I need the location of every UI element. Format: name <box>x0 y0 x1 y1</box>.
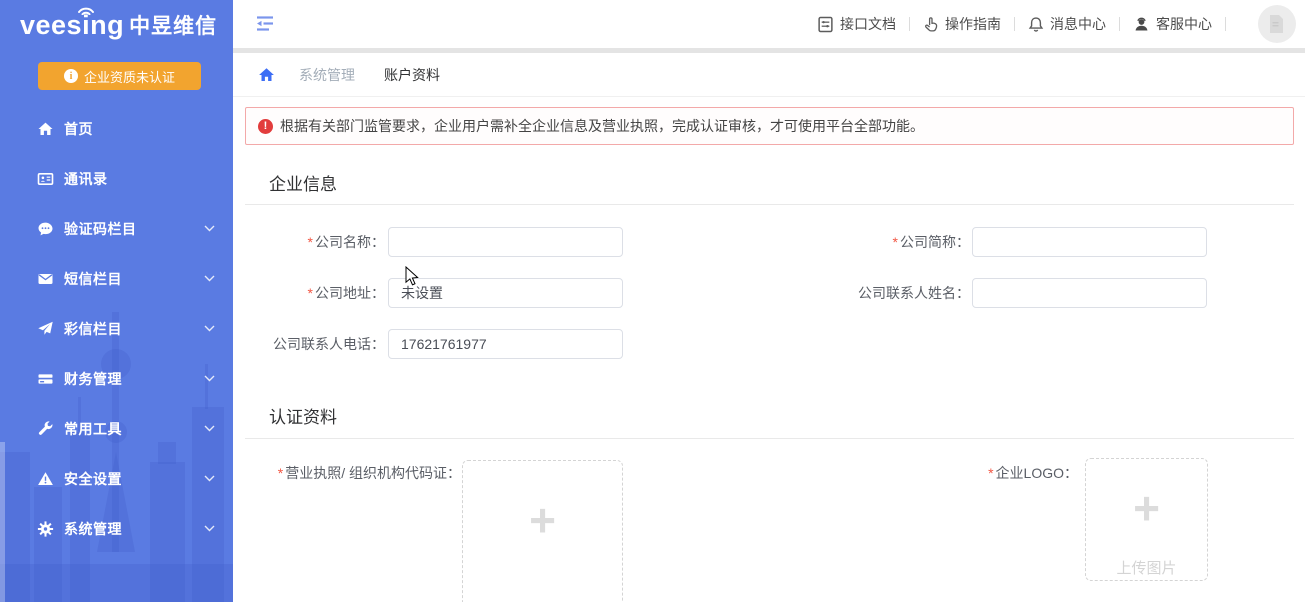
label-company-logo: *企业LOGO： <box>753 458 1078 488</box>
brand-name: veesing <box>20 12 124 39</box>
sidebar-item-verification-code[interactable]: 验证码栏目 <box>0 204 233 254</box>
sidebar-item-finance[interactable]: 财务管理 <box>0 354 233 404</box>
section-divider <box>245 204 1294 205</box>
label-business-license: *营业执照/ 组织机构代码证： <box>245 458 461 488</box>
alert-exclamation-icon: ! <box>258 119 273 134</box>
brand-cn-name: 中昱维信 <box>129 10 217 40</box>
required-asterisk: * <box>988 465 993 481</box>
company-name-input[interactable] <box>388 227 623 257</box>
sidebar-item-system[interactable]: 系统管理 <box>0 504 233 554</box>
label-company-short-name: *公司简称： <box>623 227 970 257</box>
chevron-down-icon <box>204 375 215 382</box>
sidebar-item-tools[interactable]: 常用工具 <box>0 404 233 454</box>
alert-text: 根据有关部门监管要求，企业用户需补全企业信息及营业执照，完成认证审核，才可使用平… <box>280 116 924 136</box>
divider <box>909 17 910 31</box>
sidebar: veesing 中昱维信 i 企业资质未认证 首页 通讯录 验证码栏目 短信栏目… <box>0 0 233 602</box>
chevron-down-icon <box>204 325 215 332</box>
header-links: 接口文档 操作指南 消息中心 客服中心 <box>817 0 1239 48</box>
required-asterisk: * <box>308 285 313 301</box>
certification-alert: ! 根据有关部门监管要求，企业用户需补全企业信息及营业执照，完成认证审核，才可使… <box>245 107 1294 145</box>
sidebar-collapse-icon[interactable] <box>255 15 275 32</box>
user-avatar[interactable] <box>1258 5 1296 43</box>
contacts-icon <box>36 171 54 187</box>
avatar-placeholder-icon <box>1267 13 1287 35</box>
required-asterisk: * <box>278 465 283 481</box>
envelope-icon <box>36 271 54 287</box>
sidebar-item-mms[interactable]: 彩信栏目 <box>0 304 233 354</box>
chevron-down-icon <box>204 425 215 432</box>
section-divider <box>245 438 1294 439</box>
link-message-center[interactable]: 消息中心 <box>1028 14 1106 34</box>
section-title-company-info: 企业信息 <box>269 170 337 195</box>
company-address-input[interactable] <box>388 278 623 308</box>
divider <box>1119 17 1120 31</box>
chevron-down-icon <box>204 275 215 282</box>
main-area: 接口文档 操作指南 消息中心 客服中心 系统管理 <box>233 0 1305 602</box>
chevron-down-icon <box>204 475 215 482</box>
badge-label: 企业资质未认证 <box>84 67 175 86</box>
business-license-upload[interactable]: + <box>462 460 623 602</box>
breadcrumb-home-icon[interactable] <box>258 67 275 83</box>
comment-icon <box>36 221 54 237</box>
link-customer-service[interactable]: 客服中心 <box>1133 14 1212 34</box>
sidebar-item-security[interactable]: 安全设置 <box>0 454 233 504</box>
required-asterisk: * <box>893 234 898 250</box>
chevron-down-icon <box>204 525 215 532</box>
api-doc-icon <box>817 16 834 33</box>
section-title-certification: 认证资料 <box>269 403 337 428</box>
label-company-address: *公司地址： <box>245 278 385 308</box>
link-api-docs[interactable]: 接口文档 <box>817 14 896 34</box>
divider <box>1014 17 1015 31</box>
paper-plane-icon <box>36 321 54 337</box>
hand-pointer-icon <box>923 16 939 33</box>
required-asterisk: * <box>308 234 313 250</box>
customer-service-icon <box>1133 16 1150 33</box>
warning-icon <box>36 471 54 487</box>
info-icon: i <box>64 69 78 83</box>
plus-icon: + <box>1133 485 1160 531</box>
qualification-status-badge[interactable]: i 企业资质未认证 <box>38 62 201 90</box>
label-company-name: *公司名称： <box>245 227 385 257</box>
sidebar-item-home[interactable]: 首页 <box>0 104 233 154</box>
breadcrumb: 系统管理 账户资料 <box>233 53 1305 97</box>
label-contact-phone: 公司联系人电话： <box>245 329 385 359</box>
top-header: 接口文档 操作指南 消息中心 客服中心 <box>233 0 1305 48</box>
bell-icon <box>1028 16 1044 33</box>
home-icon <box>36 121 54 137</box>
wifi-arc-icon <box>75 1 97 15</box>
brand-logo: veesing 中昱维信 <box>0 0 233 50</box>
sidebar-menu: 首页 通讯录 验证码栏目 短信栏目 彩信栏目 财务管理 常用工具 <box>0 104 233 554</box>
chevron-down-icon <box>204 225 215 232</box>
credit-card-icon <box>36 371 54 387</box>
sidebar-item-contacts[interactable]: 通讯录 <box>0 154 233 204</box>
upload-text: 上传图片 <box>1116 557 1176 578</box>
company-logo-upload[interactable]: + 上传图片 <box>1085 458 1208 581</box>
sidebar-item-sms[interactable]: 短信栏目 <box>0 254 233 304</box>
company-short-name-input[interactable] <box>972 227 1207 257</box>
divider <box>1225 17 1226 31</box>
link-user-guide[interactable]: 操作指南 <box>923 14 1001 34</box>
breadcrumb-item-system[interactable]: 系统管理 <box>299 65 355 85</box>
label-contact-name: 公司联系人姓名： <box>623 278 970 308</box>
contact-phone-input[interactable] <box>388 329 623 359</box>
wrench-icon <box>36 421 54 437</box>
contact-name-input[interactable] <box>972 278 1207 308</box>
plus-icon: + <box>529 497 556 543</box>
gear-icon <box>36 521 54 537</box>
breadcrumb-item-account: 账户资料 <box>384 65 440 85</box>
